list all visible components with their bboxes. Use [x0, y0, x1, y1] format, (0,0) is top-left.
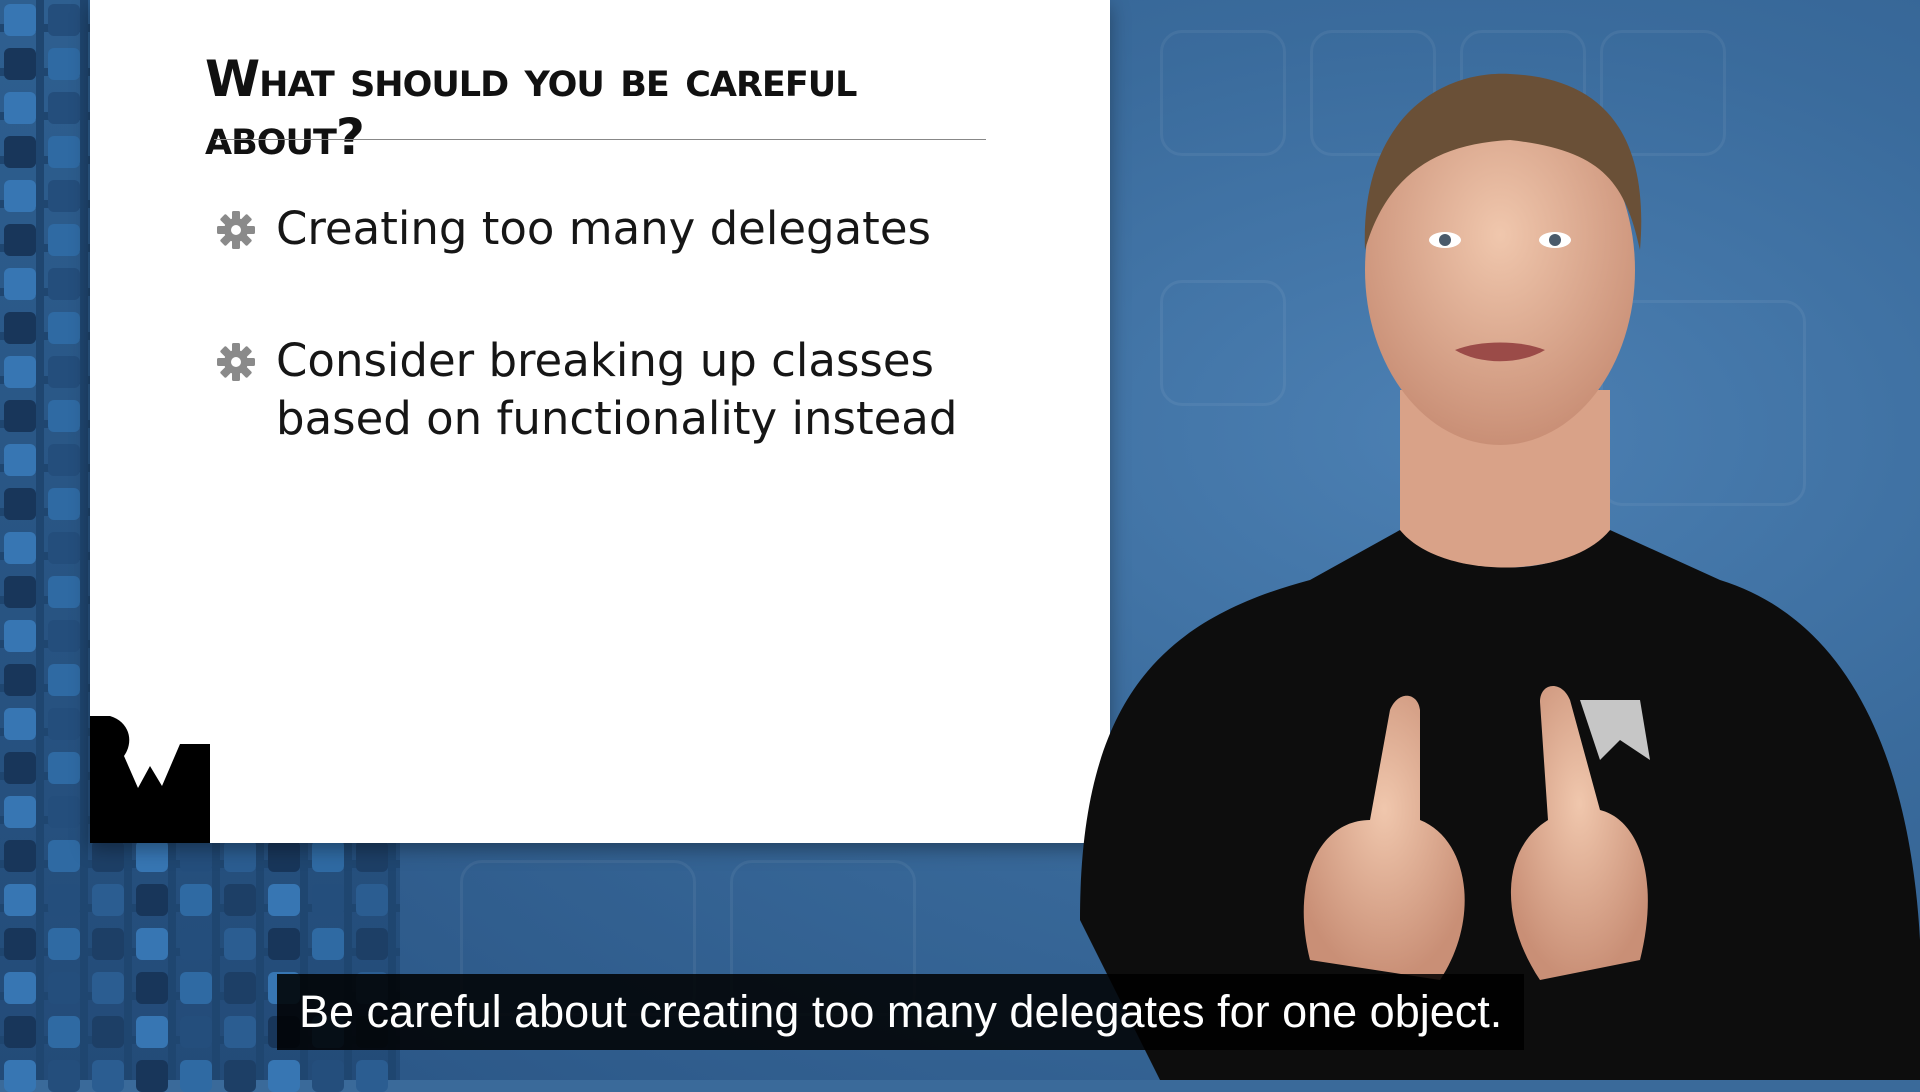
mosaic-tile: [224, 928, 256, 960]
mosaic-tile: [92, 884, 124, 916]
mosaic-tile: [4, 972, 36, 1004]
mosaic-tile: [48, 92, 80, 124]
mosaic-tile: [224, 884, 256, 916]
bullet-text: Creating too many delegates: [276, 202, 931, 255]
mosaic-tile: [4, 400, 36, 432]
mosaic-tile: [180, 1016, 212, 1048]
mosaic-tile: [4, 796, 36, 828]
gear-icon: [217, 343, 255, 381]
raywenderlich-logo: [90, 716, 210, 843]
mosaic-tile: [48, 4, 80, 36]
mosaic-tile: [4, 576, 36, 608]
mosaic-tile: [224, 972, 256, 1004]
mosaic-tile: [92, 928, 124, 960]
mosaic-tile: [312, 884, 344, 916]
mosaic-tile: [48, 972, 80, 1004]
mosaic-tile: [48, 840, 80, 872]
title-divider: [214, 139, 986, 140]
mosaic-tile: [356, 1060, 388, 1092]
gear-icon: [217, 211, 255, 249]
mosaic-tile: [48, 444, 80, 476]
mosaic-tile: [4, 488, 36, 520]
mosaic-tile: [92, 1060, 124, 1092]
mosaic-tile: [92, 972, 124, 1004]
bullet-item: Consider breaking up classes based on fu…: [214, 332, 996, 448]
mosaic-tile: [48, 136, 80, 168]
mosaic-tile: [180, 884, 212, 916]
mosaic-tile: [224, 1016, 256, 1048]
mosaic-tile: [268, 928, 300, 960]
mosaic-tile: [4, 664, 36, 696]
mosaic-tile: [48, 312, 80, 344]
mosaic-tile: [48, 400, 80, 432]
bullet-text: Consider breaking up classes based on fu…: [276, 334, 958, 445]
mosaic-tile: [268, 884, 300, 916]
mosaic-tile: [180, 1060, 212, 1092]
mosaic-tile: [4, 840, 36, 872]
mosaic-tile: [48, 1060, 80, 1092]
mosaic-tile: [4, 928, 36, 960]
mosaic-tile: [136, 1016, 168, 1048]
mosaic-tile: [48, 180, 80, 212]
presenter-figure: [1080, 73, 1920, 1080]
mosaic-tile: [224, 840, 256, 872]
mosaic-tile: [356, 884, 388, 916]
mosaic-tile: [92, 1016, 124, 1048]
mosaic-tile: [356, 928, 388, 960]
mosaic-tile: [48, 224, 80, 256]
mosaic-tile: [4, 1016, 36, 1048]
mosaic-tile: [136, 928, 168, 960]
mosaic-tile: [4, 48, 36, 80]
mosaic-tile: [48, 1016, 80, 1048]
mosaic-tile: [136, 840, 168, 872]
mosaic-tile: [312, 840, 344, 872]
mosaic-tile: [48, 708, 80, 740]
mosaic-tile: [136, 972, 168, 1004]
mosaic-tile: [4, 752, 36, 784]
mosaic-tile: [4, 268, 36, 300]
mosaic-tile: [4, 444, 36, 476]
mosaic-tile: [48, 928, 80, 960]
mosaic-tile: [268, 840, 300, 872]
mosaic-tile: [4, 708, 36, 740]
mosaic-tile: [180, 928, 212, 960]
mosaic-tile: [48, 48, 80, 80]
mosaic-tile: [4, 180, 36, 212]
mosaic-tile: [4, 224, 36, 256]
slide-title: What should you be careful about?: [205, 50, 857, 166]
mosaic-tile: [48, 268, 80, 300]
mosaic-tile: [48, 884, 80, 916]
mosaic-tile: [356, 840, 388, 872]
mosaic-tile: [92, 840, 124, 872]
mosaic-tile: [312, 928, 344, 960]
mosaic-tile: [48, 488, 80, 520]
mosaic-tile: [136, 884, 168, 916]
mosaic-tile: [312, 1060, 344, 1092]
mosaic-tile: [4, 4, 36, 36]
mosaic-tile: [48, 664, 80, 696]
mosaic-tile: [4, 356, 36, 388]
mosaic-tile: [4, 532, 36, 564]
mosaic-tile: [4, 136, 36, 168]
mosaic-tile: [4, 1060, 36, 1092]
mosaic-tile: [4, 92, 36, 124]
mosaic-tile: [136, 1060, 168, 1092]
mosaic-tile: [4, 312, 36, 344]
mosaic-tile: [48, 752, 80, 784]
bullet-item: Creating too many delegates: [214, 200, 996, 258]
mosaic-tile: [224, 1060, 256, 1092]
mosaic-tile: [4, 884, 36, 916]
mosaic-tile: [48, 532, 80, 564]
mosaic-tile: [180, 972, 212, 1004]
mosaic-tile: [48, 620, 80, 652]
presentation-slide: What should you be careful about? Creati…: [90, 0, 1110, 843]
mosaic-tile: [4, 620, 36, 652]
mosaic-tile: [48, 796, 80, 828]
video-caption: Be careful about creating too many deleg…: [277, 974, 1525, 1050]
mosaic-tile: [268, 1060, 300, 1092]
mosaic-tile: [48, 576, 80, 608]
mosaic-tile: [180, 840, 212, 872]
mosaic-tile: [48, 356, 80, 388]
